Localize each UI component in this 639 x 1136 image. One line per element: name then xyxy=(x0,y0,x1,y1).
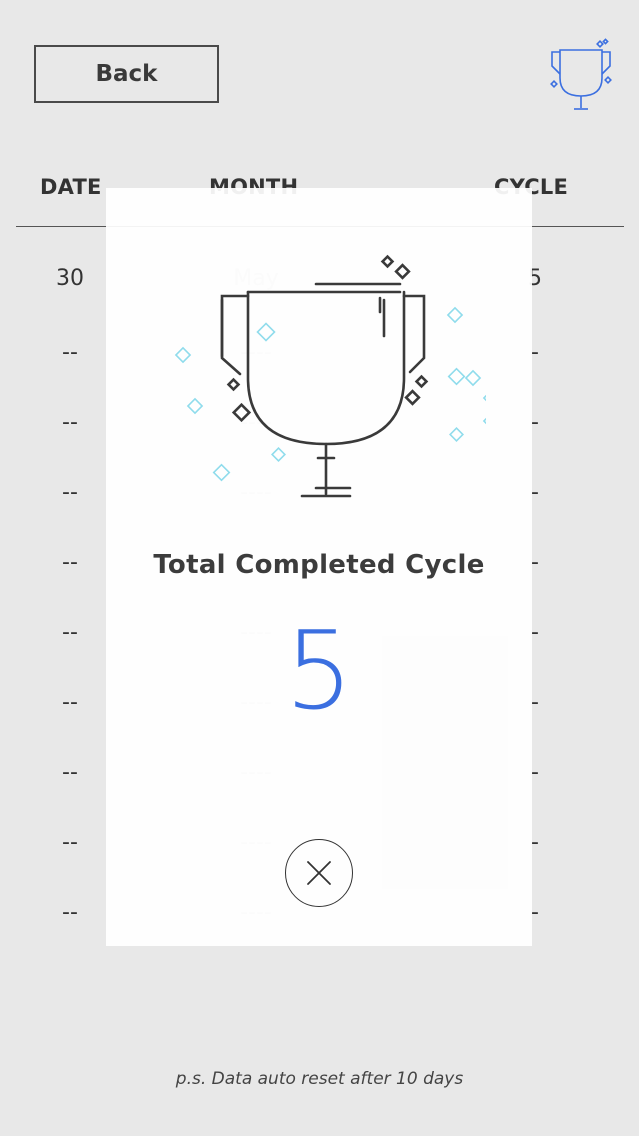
trophy-icon[interactable] xyxy=(548,38,614,114)
table-cell-date: -- xyxy=(62,620,78,645)
table-cell-date: -- xyxy=(62,690,78,715)
back-button[interactable]: Back xyxy=(34,45,219,103)
table-cell-date: -- xyxy=(62,340,78,365)
modal-title: Total Completed Cycle xyxy=(153,550,485,580)
table-cell-date: -- xyxy=(62,830,78,855)
completed-cycle-modal: Total Completed Cycle 5 xyxy=(106,188,532,946)
close-button[interactable] xyxy=(285,839,353,907)
reset-note: p.s. Data auto reset after 10 days xyxy=(175,1069,464,1089)
close-icon xyxy=(307,861,331,885)
table-cell-date: 30 xyxy=(56,266,84,291)
table-cell-date: -- xyxy=(62,410,78,435)
table-cell-date: -- xyxy=(62,480,78,505)
trophy-icon xyxy=(174,254,486,498)
table-cell-date: -- xyxy=(62,550,78,575)
completed-cycle-count: 5 xyxy=(284,609,354,734)
table-cell-date: -- xyxy=(62,760,78,785)
table-cell-date: -- xyxy=(62,900,78,925)
date-column-header: DATE xyxy=(40,175,102,199)
cycle-history-screen: Back DATE MONTH CYCLE 30May5------------… xyxy=(0,0,639,1136)
